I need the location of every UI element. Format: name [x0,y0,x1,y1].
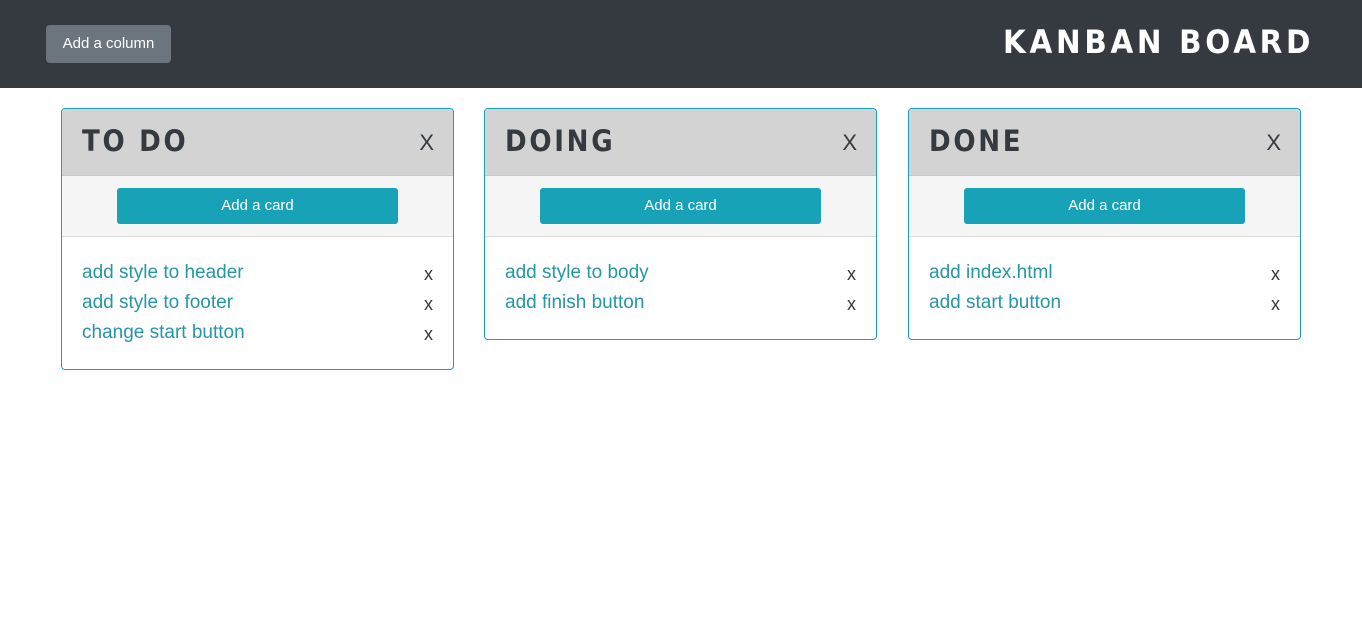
card-item: add index.html x [929,259,1280,289]
column-todo: TO DO X Add a card add style to header x… [61,108,454,370]
column-close-button[interactable]: X [1266,131,1281,155]
card-label[interactable]: add start button [929,291,1061,315]
card-label[interactable]: add style to header [82,261,244,285]
column-doing: DOING X Add a card add style to body x a… [484,108,877,340]
kanban-board: TO DO X Add a card add style to header x… [0,88,1362,640]
card-list: add style to body x add finish button x [485,237,876,339]
card-label[interactable]: add style to footer [82,291,233,315]
card-delete-button[interactable]: x [847,292,856,316]
column-header: TO DO X [62,109,453,176]
column-actions: Add a card [485,176,876,237]
card-list: add index.html x add start button x [909,237,1300,339]
card-delete-button[interactable]: x [424,322,433,346]
add-card-button[interactable]: Add a card [964,188,1245,224]
card-delete-button[interactable]: x [424,262,433,286]
card-item: add start button x [929,289,1280,319]
add-column-button[interactable]: Add a column [46,25,171,63]
column-done: DONE X Add a card add index.html x add s… [908,108,1301,340]
column-close-button[interactable]: X [842,131,857,155]
add-card-button[interactable]: Add a card [117,188,398,224]
column-header: DONE X [909,109,1300,176]
column-actions: Add a card [909,176,1300,237]
board-title: KANBAN BOARD [1002,23,1314,61]
card-delete-button[interactable]: x [1271,262,1280,286]
card-item: add style to footer x [82,289,433,319]
card-label[interactable]: add finish button [505,291,644,315]
column-title: DOING [505,124,616,158]
card-delete-button[interactable]: x [424,292,433,316]
card-item: add style to body x [505,259,856,289]
column-actions: Add a card [62,176,453,237]
card-delete-button[interactable]: x [1271,292,1280,316]
column-title: TO DO [82,124,189,158]
card-label[interactable]: change start button [82,321,245,345]
card-delete-button[interactable]: x [847,262,856,286]
column-title: DONE [929,124,1024,158]
navbar: Add a column KANBAN BOARD [0,0,1362,88]
column-close-button[interactable]: X [419,131,434,155]
add-card-button[interactable]: Add a card [540,188,821,224]
card-item: add finish button x [505,289,856,319]
card-item: change start button x [82,319,433,349]
card-label[interactable]: add style to body [505,261,649,285]
card-list: add style to header x add style to foote… [62,237,453,369]
card-label[interactable]: add index.html [929,261,1053,285]
card-item: add style to header x [82,259,433,289]
column-header: DOING X [485,109,876,176]
